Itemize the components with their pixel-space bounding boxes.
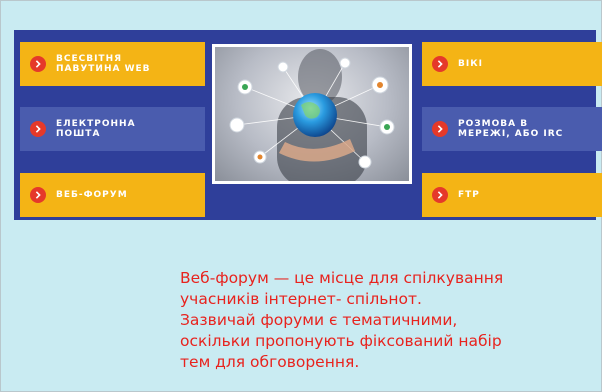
globe-network-icon bbox=[229, 49, 395, 181]
arrow-right-icon bbox=[30, 121, 46, 137]
button-web-forum-label: ВЕБ-ФОРУМ bbox=[56, 190, 128, 200]
button-www[interactable]: ВСЕСВІТНЯ ПАВУТИНА WEB bbox=[20, 42, 205, 86]
button-ftp-label: FTP bbox=[458, 190, 480, 200]
button-wiki[interactable]: ВІКІ bbox=[422, 42, 602, 86]
button-irc[interactable]: РОЗМОВА В МЕРЕЖІ, АБО IRC bbox=[422, 107, 602, 151]
arrow-right-icon bbox=[432, 187, 448, 203]
button-irc-label: РОЗМОВА В МЕРЕЖІ, АБО IRC bbox=[458, 119, 564, 139]
arrow-right-icon bbox=[432, 56, 448, 72]
center-image bbox=[212, 44, 412, 184]
button-web-forum[interactable]: ВЕБ-ФОРУМ bbox=[20, 173, 205, 217]
button-ftp[interactable]: FTP bbox=[422, 173, 602, 217]
banner-bottom-stripe bbox=[212, 202, 412, 220]
button-email[interactable]: ЕЛЕКТРОННА ПОШТА bbox=[20, 107, 205, 151]
button-www-label: ВСЕСВІТНЯ ПАВУТИНА WEB bbox=[56, 54, 151, 74]
arrow-right-icon bbox=[432, 121, 448, 137]
arrow-right-icon bbox=[30, 56, 46, 72]
topics-banner: ВСЕСВІТНЯ ПАВУТИНА WEB ЕЛЕКТРОННА ПОШТА … bbox=[14, 30, 602, 220]
arrow-right-icon bbox=[30, 187, 46, 203]
description-text: Веб-форум — це місце для спілкування уча… bbox=[180, 269, 504, 371]
button-email-label: ЕЛЕКТРОННА ПОШТА bbox=[56, 119, 136, 139]
button-wiki-label: ВІКІ bbox=[458, 59, 483, 69]
